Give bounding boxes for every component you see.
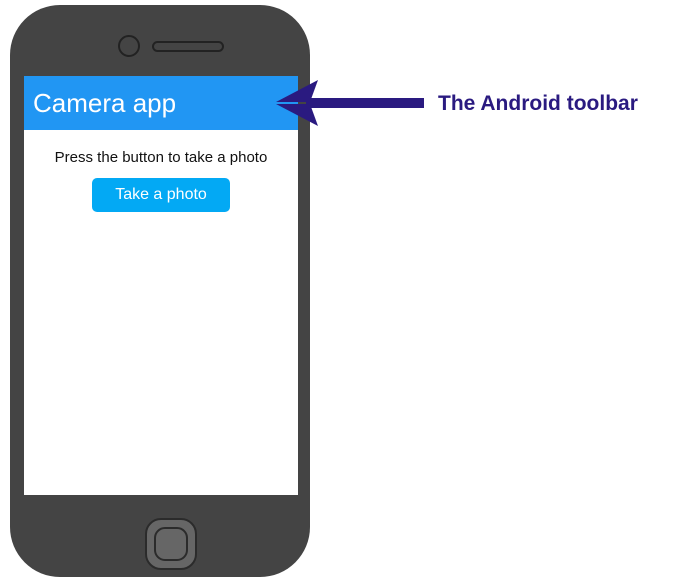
home-button (145, 518, 197, 570)
android-toolbar: Camera app (24, 76, 298, 130)
home-button-icon (154, 527, 188, 561)
phone-screen: Camera app Press the button to take a ph… (24, 76, 298, 495)
arrow-icon (276, 80, 424, 126)
front-camera-icon (118, 35, 140, 57)
toolbar-callout-label: The Android toolbar (438, 92, 638, 115)
take-photo-button[interactable]: Take a photo (92, 178, 230, 212)
speaker-icon (152, 41, 224, 52)
toolbar-title: Camera app (33, 88, 177, 118)
prompt-text: Press the button to take a photo (54, 149, 268, 166)
